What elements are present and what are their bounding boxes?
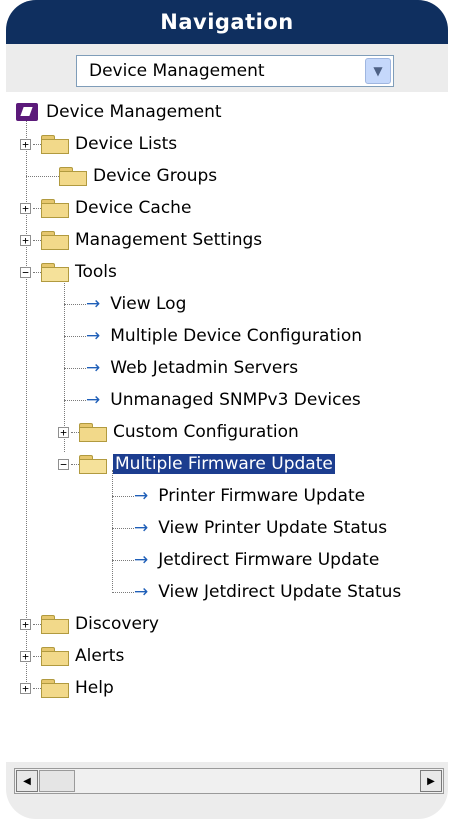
navigation-select-value: Device Management <box>89 61 265 81</box>
scrollbar-thumb[interactable] <box>39 770 75 792</box>
collapse-icon[interactable]: − <box>20 266 31 278</box>
tree-item-label-selected: Multiple Firmware Update <box>113 454 335 474</box>
open-folder-icon <box>41 263 69 282</box>
folder-icon <box>41 199 69 218</box>
tree-connector <box>112 495 134 497</box>
arrow-right-icon: → <box>86 326 101 346</box>
tree-item-unmanaged-snmpv3[interactable]: → Unmanaged SNMPv3 Devices <box>64 388 361 412</box>
tree-item-label: View Printer Update Status <box>158 518 388 538</box>
tree-item-discovery[interactable]: + Discovery <box>20 612 159 636</box>
collapse-icon[interactable]: − <box>58 458 69 470</box>
tree-item-label: Discovery <box>75 614 159 634</box>
tree-connector <box>64 367 86 369</box>
tree-item-label: Custom Configuration <box>113 422 299 442</box>
folder-icon <box>41 647 69 666</box>
tree-connector <box>64 335 86 337</box>
tree-connector <box>64 399 86 401</box>
tree-item-label: View Log <box>110 294 187 314</box>
expand-icon[interactable]: + <box>20 618 31 630</box>
expand-icon[interactable]: + <box>20 138 31 150</box>
navigation-tree: Device Management + Device Lists Device … <box>6 92 448 762</box>
tree-item-jetdirect-firmware-update[interactable]: → Jetdirect Firmware Update <box>112 548 379 572</box>
tree-connector <box>33 655 41 657</box>
tree-root[interactable]: Device Management <box>16 100 222 124</box>
folder-icon <box>41 135 69 154</box>
scroll-left-icon[interactable]: ◀ <box>16 770 38 792</box>
tree-item-multiple-firmware-update[interactable]: − Multiple Firmware Update <box>58 452 335 476</box>
tree-item-view-printer-update-status[interactable]: → View Printer Update Status <box>112 516 387 540</box>
folder-icon <box>41 679 69 698</box>
arrow-right-icon: → <box>134 582 149 602</box>
tree-item-label: Help <box>75 678 114 698</box>
tree-connector <box>71 431 79 433</box>
expand-icon[interactable]: + <box>20 682 31 694</box>
arrow-right-icon: → <box>134 550 149 570</box>
tree-connector <box>112 559 134 561</box>
tree-item-label: Management Settings <box>75 230 263 250</box>
tree-connector <box>33 143 41 145</box>
tree-item-view-log[interactable]: → View Log <box>64 292 186 316</box>
tree-item-label: Web Jetadmin Servers <box>110 358 299 378</box>
tree-item-label: Alerts <box>75 646 125 666</box>
tree-item-label: Unmanaged SNMPv3 Devices <box>110 390 361 410</box>
horizontal-scrollbar[interactable]: ◀ ▶ <box>14 768 444 794</box>
folder-icon <box>41 231 69 250</box>
arrow-right-icon: → <box>134 518 149 538</box>
tree-item-device-groups[interactable]: Device Groups <box>26 164 217 188</box>
tree-item-label: View Jetdirect Update Status <box>158 582 402 602</box>
tree-item-custom-configuration[interactable]: + Custom Configuration <box>58 420 299 444</box>
tree-connector <box>33 687 41 689</box>
tree-item-tools[interactable]: − Tools <box>20 260 117 284</box>
navigation-select[interactable]: Device Management ▼ <box>76 55 394 87</box>
arrow-right-icon: → <box>86 294 101 314</box>
tree-item-label: Tools <box>75 262 117 282</box>
tree-item-device-cache[interactable]: + Device Cache <box>20 196 191 220</box>
tree-connector <box>112 527 134 529</box>
arrow-right-icon: → <box>86 358 101 378</box>
folder-icon <box>41 615 69 634</box>
tree-connector <box>64 303 86 305</box>
tree-connector <box>71 463 79 465</box>
tree-item-multiple-device-configuration[interactable]: → Multiple Device Configuration <box>64 324 362 348</box>
tree-item-management-settings[interactable]: + Management Settings <box>20 228 262 252</box>
tree-item-alerts[interactable]: + Alerts <box>20 644 124 668</box>
arrow-right-icon: → <box>134 486 149 506</box>
arrow-right-icon: → <box>86 390 101 410</box>
tree-connector <box>33 271 41 273</box>
tree-item-device-lists[interactable]: + Device Lists <box>20 132 177 156</box>
tree-item-help[interactable]: + Help <box>20 676 114 700</box>
tree-connector <box>112 591 134 593</box>
navigation-panel: Navigation Device Management ▼ Device Ma… <box>6 0 448 819</box>
scroll-right-icon[interactable]: ▶ <box>420 770 442 792</box>
tree-root-label: Device Management <box>46 102 222 122</box>
open-folder-icon <box>79 455 107 474</box>
tree-item-label: Device Cache <box>75 198 192 218</box>
expand-icon[interactable]: + <box>20 202 31 214</box>
expand-icon[interactable]: + <box>20 650 31 662</box>
tree-connector <box>33 207 41 209</box>
panel-title: Navigation <box>6 0 448 44</box>
folder-icon <box>79 423 107 442</box>
tree-connector <box>33 623 41 625</box>
tree-item-view-jetdirect-update-status[interactable]: → View Jetdirect Update Status <box>112 580 401 604</box>
device-management-icon <box>16 103 38 121</box>
tree-item-label: Printer Firmware Update <box>158 486 366 506</box>
tree-item-web-jetadmin-servers[interactable]: → Web Jetadmin Servers <box>64 356 298 380</box>
tree-item-label: Device Groups <box>93 166 218 186</box>
tree-item-label: Jetdirect Firmware Update <box>158 550 380 570</box>
tree-item-label: Multiple Device Configuration <box>110 326 363 346</box>
chevron-down-icon[interactable]: ▼ <box>365 58 391 84</box>
expand-icon[interactable]: + <box>20 234 31 246</box>
expand-icon[interactable]: + <box>58 426 69 438</box>
folder-icon <box>59 167 87 186</box>
tree-item-label: Device Lists <box>75 134 178 154</box>
tree-connector <box>26 175 59 177</box>
tree-item-printer-firmware-update[interactable]: → Printer Firmware Update <box>112 484 365 508</box>
tree-connector <box>33 239 41 241</box>
